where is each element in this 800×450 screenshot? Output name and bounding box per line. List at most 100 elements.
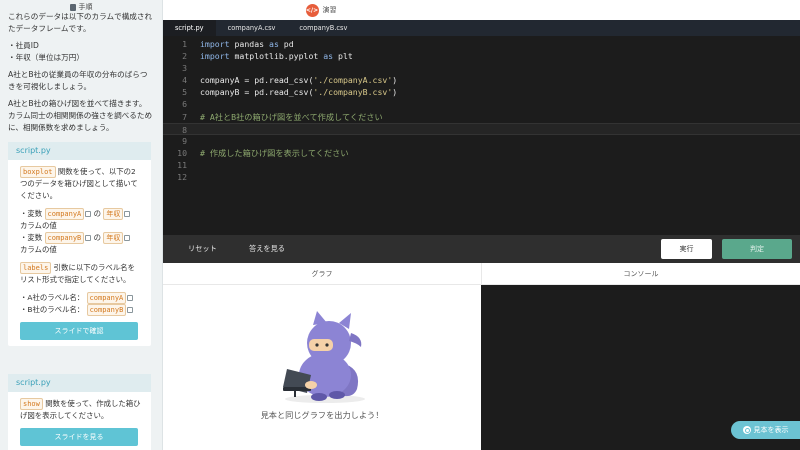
copy-icon[interactable]	[85, 235, 92, 241]
reset-button[interactable]: リセット	[188, 235, 217, 263]
line-number: 1	[182, 39, 187, 49]
code-editor[interactable]: 1 import pandas as pd 2 import matplotlib.p…	[163, 36, 800, 235]
book-icon	[69, 3, 76, 11]
app-root: 手順 これらのデータは以下のカラムで構成されたデータフレームです。 ・社員ID …	[0, 0, 800, 450]
code-token: './companyA.csv'	[313, 75, 393, 86]
tab-company-b-csv[interactable]: companyB.csv	[287, 20, 359, 36]
column-tag: 年収	[103, 208, 124, 220]
slide-confirm-button[interactable]: スライドで確認	[20, 322, 138, 340]
code-line[interactable]: 1 import pandas as pd	[163, 38, 800, 50]
column-suffix: カラムの値	[20, 221, 57, 230]
var-prefix: ・変数	[20, 233, 43, 242]
instructions-sidebar[interactable]: 手順 これらのデータは以下のカラムで構成されたデータフレームです。 ・社員ID …	[0, 0, 163, 450]
line-number: 12	[177, 172, 187, 183]
code-line[interactable]: 9	[163, 135, 800, 147]
code-line[interactable]: 3	[163, 62, 800, 74]
line-code: import pandas as pd	[200, 38, 294, 50]
var-company-b-tag: companyB	[44, 232, 85, 244]
line-number: 4	[182, 75, 187, 86]
code-line[interactable]: 8	[163, 122, 800, 135]
line-number: 9	[182, 135, 187, 146]
ninja-dog-illustration	[283, 311, 365, 403]
code-token: import	[200, 39, 230, 49]
copy-icon[interactable]	[127, 307, 134, 313]
code-logo-icon: </>	[305, 3, 319, 17]
tab-company-a-csv[interactable]: companyA.csv	[216, 20, 288, 36]
copy-icon[interactable]	[85, 211, 92, 217]
run-button[interactable]: 実行	[661, 239, 712, 259]
graph-caption: 見本と同じグラフを出力しよう！	[260, 410, 384, 420]
code-line[interactable]: 5 companyB = pd.read_csv('./companyB.csv'…	[163, 86, 800, 98]
label-b-prefix: ・B社のラベル名：	[20, 305, 85, 314]
console-panel-header: コンソール	[481, 263, 800, 285]
copy-icon[interactable]	[127, 295, 134, 301]
code-line[interactable]: 7 # A社とB社の箱ひげ図を並べて作成してください	[163, 111, 800, 123]
code-token: plt	[333, 51, 353, 62]
code-line[interactable]: 2 import matplotlib.pyplot as plt	[163, 50, 800, 62]
line-number: 7	[182, 111, 187, 122]
code-token: )	[392, 75, 398, 86]
line-code: companyB = pd.read_csv('./companyB.csv')	[200, 86, 397, 98]
code-token: # 作成した箱ひげ図を表示してください	[200, 147, 349, 158]
var-company-a-tag: companyA	[44, 208, 85, 220]
labels-code-tag: labels	[20, 262, 52, 274]
intro-text: これらのデータは以下のカラムで構成されたデータフレームです。 ・社員ID ・年収…	[0, 11, 162, 134]
code-token: import	[200, 51, 230, 62]
intro-paragraph: これらのデータは以下のカラムで構成されたデータフレームです。	[8, 12, 153, 33]
judge-button[interactable]: 判定	[722, 239, 792, 259]
intro-list-item: ・年収（単位は万円）	[8, 53, 84, 62]
task-card-1: script.py boxplot 関数を使って、以下の2つのデータを箱ひげ図と…	[8, 142, 151, 346]
exercise-header: </> 演習	[163, 0, 479, 20]
code-token: companyB = pd.read_csv(	[200, 87, 314, 98]
code-line[interactable]: 6	[163, 98, 800, 110]
code-lines[interactable]: 1 import pandas as pd 2 import matplotlib.p…	[163, 36, 800, 183]
line-code: companyA = pd.read_csv('./companyA.csv')	[200, 74, 397, 86]
column-suffix: カラムの値	[20, 245, 57, 254]
code-token: # A社とB社の箱ひげ図を並べて作成してください	[200, 111, 383, 122]
line-number: 5	[182, 87, 187, 98]
show-code-tag: show	[20, 398, 43, 410]
show-sample-button[interactable]: 見本を表示	[731, 421, 800, 439]
line-code: # A社とB社の箱ひげ図を並べて作成してください	[200, 111, 383, 123]
code-token: matplotlib.pyplot	[229, 51, 324, 62]
page-title: 演習	[322, 6, 337, 14]
line-number: 10	[177, 147, 187, 158]
magnifier-icon	[742, 426, 751, 434]
line-number: 3	[182, 63, 187, 74]
code-line[interactable]: 12	[163, 171, 800, 183]
code-token: './companyB.csv'	[313, 87, 393, 98]
var-prefix: ・変数	[20, 209, 43, 218]
intro-paragraph: A社とB社の従業員の年収の分布のばらつきを可視化しましょう。	[8, 70, 148, 91]
show-answer-button[interactable]: 答えを見る	[249, 235, 285, 263]
code-token: as	[323, 51, 334, 62]
task-title: script.py	[8, 374, 151, 392]
particle-text: の	[93, 233, 102, 242]
file-tabs: script.py companyA.csv companyB.csv	[163, 20, 800, 36]
code-token: pd	[278, 39, 294, 49]
intro-paragraph: A社とB社の箱ひげ図を並べて描きます。カラム同士の相関関係の強さを調べるために、…	[8, 99, 153, 132]
code-line[interactable]: 10 # 作成した箱ひげ図を表示してください	[163, 147, 800, 159]
boxplot-code-tag: boxplot	[20, 166, 56, 178]
column-tag: 年収	[103, 232, 124, 244]
task-body: boxplot 関数を使って、以下の2つのデータを箱ひげ図として描いてください。…	[8, 160, 151, 346]
particle-text: の	[93, 209, 102, 218]
code-line[interactable]: 11	[163, 159, 800, 171]
line-code: # 作成した箱ひげ図を表示してください	[200, 147, 349, 159]
editor-action-bar: リセット 答えを見る 実行 判定	[163, 235, 800, 263]
code-line[interactable]: 4 companyA = pd.read_csv('./companyA.csv'…	[163, 74, 800, 86]
graph-panel-header: グラフ	[163, 263, 481, 285]
task-card-2: script.py show 関数を使って、作成した箱ひげ図を表示してください。…	[8, 374, 151, 450]
show-sample-label: 見本を表示	[753, 426, 789, 434]
line-code: import matplotlib.pyplot as plt	[200, 50, 353, 62]
label-a-prefix: ・A社のラベル名：	[20, 293, 85, 302]
label-b-tag: companyB	[86, 304, 127, 316]
code-token: companyA = pd.read_csv(	[200, 75, 314, 86]
label-a-tag: companyA	[86, 292, 127, 304]
tab-script-py[interactable]: script.py	[163, 20, 216, 36]
copy-icon[interactable]	[124, 211, 131, 217]
copy-icon[interactable]	[124, 235, 131, 241]
task-body: show 関数を使って、作成した箱ひげ図を表示してください。 スライドを見る	[8, 392, 151, 450]
graph-panel: 見本と同じグラフを出力しよう！	[163, 285, 481, 450]
slide-view-button[interactable]: スライドを見る	[20, 428, 138, 446]
code-token: pandas	[229, 39, 270, 49]
